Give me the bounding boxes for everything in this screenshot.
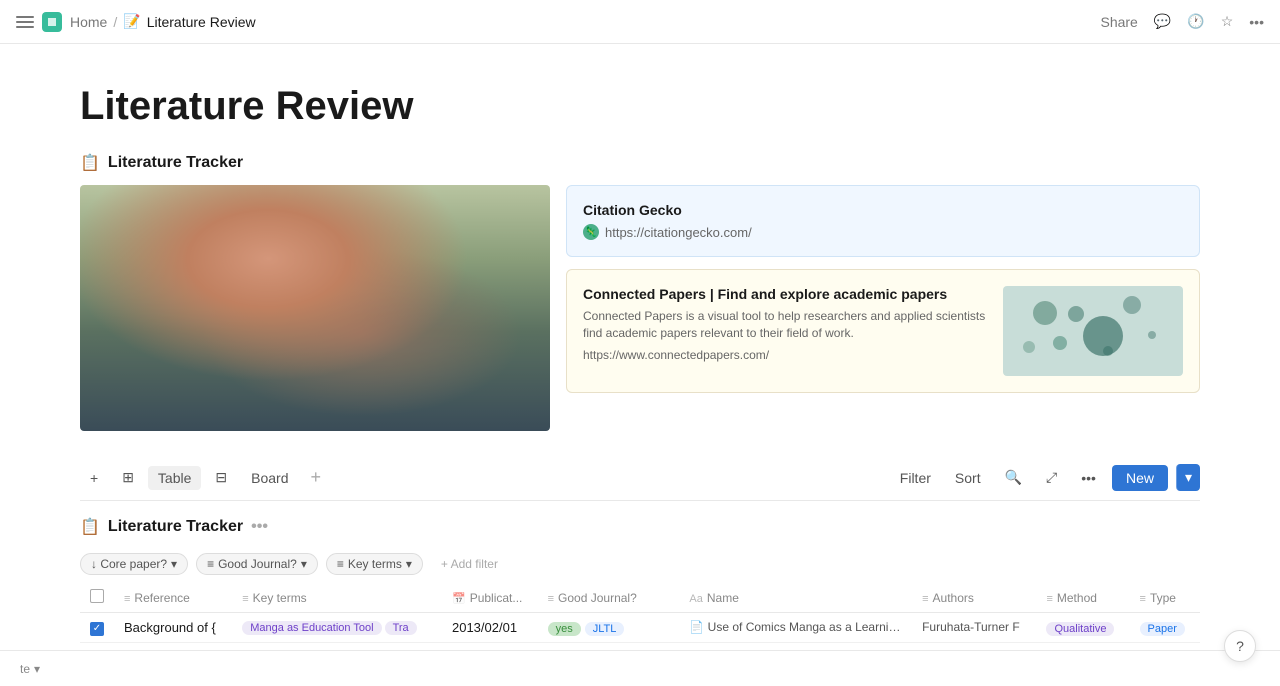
page-title: Literature Review (80, 84, 1200, 129)
history-icon[interactable]: 🕐 (1187, 13, 1204, 30)
breadcrumb: Home / 📝 Literature Review (70, 13, 256, 30)
filter-good-journal-label: Good Journal? (218, 557, 297, 571)
toolbar-left: + ⊞ Table ⊟ Board + (80, 463, 329, 492)
breadcrumb-home[interactable]: Home (70, 14, 107, 30)
grid-icon: ⊞ (112, 465, 144, 490)
filter-good-journal[interactable]: ≡ Good Journal? ▾ (196, 553, 318, 575)
toolbar-right: Filter Sort 🔍 ⤢ ••• New ▾ (892, 464, 1200, 491)
table-section-icon: 📋 (80, 517, 100, 537)
connected-card-url[interactable]: https://www.connectedpapers.com/ (583, 348, 991, 362)
citation-card-title: Citation Gecko (583, 202, 1183, 218)
new-button-dropdown[interactable]: ▾ (1176, 464, 1200, 491)
nav-left: Home / 📝 Literature Review (16, 12, 256, 32)
table-view-button[interactable]: Table (148, 466, 201, 490)
journal-tag: JLTL (585, 622, 625, 636)
filter-core-paper-dropdown: ▾ (171, 557, 177, 571)
bottom-bar: te ▾ (0, 650, 1280, 686)
breadcrumb-separator: / (113, 14, 117, 30)
filter-good-journal-icon: ≡ (207, 557, 214, 571)
col-name: AaName (679, 583, 912, 613)
row-checkbox[interactable] (90, 622, 104, 636)
col-checkbox (80, 583, 114, 613)
method-badge: Qualitative (1046, 622, 1114, 636)
add-another-view-button[interactable]: + (302, 463, 329, 492)
share-button[interactable]: Share (1100, 14, 1137, 30)
board-icon: ⊟ (205, 465, 237, 490)
menu-icon[interactable] (16, 13, 34, 31)
fullscreen-button[interactable]: ⤢ (1038, 465, 1065, 490)
col-reference: ≡Reference (114, 583, 232, 613)
cell-authors: Furuhata-Turner F (912, 613, 1036, 643)
select-all-checkbox[interactable] (90, 589, 104, 603)
more-options-icon[interactable]: ••• (1249, 14, 1264, 30)
col-good-journal: ≡Good Journal? (538, 583, 680, 613)
connected-card-text: Connected Papers | Find and explore acad… (583, 286, 991, 376)
filter-good-journal-dropdown: ▾ (301, 557, 307, 571)
connected-card-title: Connected Papers | Find and explore acad… (583, 286, 991, 302)
table-heading: 📋 Literature Tracker ••• (80, 509, 1200, 545)
help-button[interactable]: ? (1224, 630, 1256, 662)
expand-icon[interactable]: ▾ (34, 662, 40, 676)
citation-url-text[interactable]: https://citationgecko.com/ (605, 225, 752, 240)
filter-key-terms-icon: ≡ (337, 557, 344, 571)
col-publication: 📅Publicat... (442, 583, 538, 613)
add-view-button[interactable]: + (80, 466, 108, 490)
breadcrumb-current: Literature Review (147, 14, 256, 30)
gecko-icon: 🦎 (583, 224, 599, 240)
cell-publication: 2013/02/01 (442, 613, 538, 643)
table-section-menu[interactable]: ••• (251, 518, 268, 536)
filter-pills: ↓ Core paper? ▾ ≡ Good Journal? ▾ ≡ Key … (80, 545, 1200, 583)
section-icon: 📋 (80, 153, 100, 173)
section-label: Literature Tracker (108, 154, 243, 172)
cell-method: Qualitative (1036, 613, 1129, 643)
manga-artwork (80, 185, 550, 431)
good-journal-badge: yes (548, 622, 581, 636)
links-panel: Citation Gecko 🦎 https://citationgecko.c… (566, 185, 1200, 431)
col-authors: ≡Authors (912, 583, 1036, 613)
filter-key-terms[interactable]: ≡ Key terms ▾ (326, 553, 423, 575)
connected-card-desc: Connected Papers is a visual tool to hel… (583, 308, 991, 342)
filter-key-terms-label: Key terms (348, 557, 402, 571)
filter-core-paper-label: ↓ Core paper? (91, 557, 167, 571)
connected-papers-card[interactable]: Connected Papers | Find and explore acad… (566, 269, 1200, 393)
nav-right: Share 💬 🕐 ☆ ••• (1100, 13, 1264, 30)
connected-papers-thumbnail (1003, 286, 1183, 376)
comment-icon[interactable]: 💬 (1154, 13, 1171, 30)
cell-name: 📄 Use of Comics Manga as a Learning Tool… (679, 613, 912, 643)
new-button[interactable]: New (1112, 465, 1168, 491)
board-view-button[interactable]: Board (241, 466, 298, 490)
filter-key-terms-dropdown: ▾ (406, 557, 412, 571)
favorite-icon[interactable]: ☆ (1221, 13, 1234, 30)
citation-card-label: Citation Gecko (583, 202, 682, 218)
more-table-options[interactable]: ••• (1073, 466, 1104, 490)
app-logo (42, 12, 62, 32)
sort-button[interactable]: Sort (947, 466, 989, 490)
section-header: 📋 Literature Tracker (80, 153, 1200, 173)
citation-gecko-card[interactable]: Citation Gecko 🦎 https://citationgecko.c… (566, 185, 1200, 257)
table-section-title: Literature Tracker (108, 518, 243, 536)
top-navigation: Home / 📝 Literature Review Share 💬 🕐 ☆ •… (0, 0, 1280, 44)
cell-key-terms: Manga as Education Tool Tra (232, 613, 442, 643)
filter-button[interactable]: Filter (892, 466, 939, 490)
cards-area: Citation Gecko 🦎 https://citationgecko.c… (80, 185, 1200, 431)
hero-image (80, 185, 550, 431)
bottom-bar-text: te (20, 662, 30, 676)
main-content: Literature Review 📋 Literature Tracker C… (0, 44, 1280, 686)
search-button[interactable]: 🔍 (997, 465, 1030, 490)
type-badge: Paper (1140, 622, 1185, 636)
citation-card-url: 🦎 https://citationgecko.com/ (583, 224, 1183, 240)
table-row: Background of { Manga as Education Tool Tr… (80, 613, 1200, 643)
add-filter-button[interactable]: + Add filter (431, 554, 508, 574)
key-term-tag: Manga as Education Tool (242, 621, 381, 635)
cell-good-journal: yes JLTL (538, 613, 680, 643)
col-key-terms: ≡Key terms (232, 583, 442, 613)
key-term-tag: Tra (385, 621, 417, 635)
cell-type: Paper (1130, 613, 1200, 643)
filter-core-paper[interactable]: ↓ Core paper? ▾ (80, 553, 188, 575)
page-emoji: 📝 (123, 13, 140, 30)
view-toolbar: + ⊞ Table ⊟ Board + Filter Sort 🔍 ⤢ ••• … (80, 455, 1200, 501)
col-method: ≡Method (1036, 583, 1129, 613)
col-type: ≡Type (1130, 583, 1200, 613)
cell-reference[interactable]: Background of { (114, 613, 232, 643)
